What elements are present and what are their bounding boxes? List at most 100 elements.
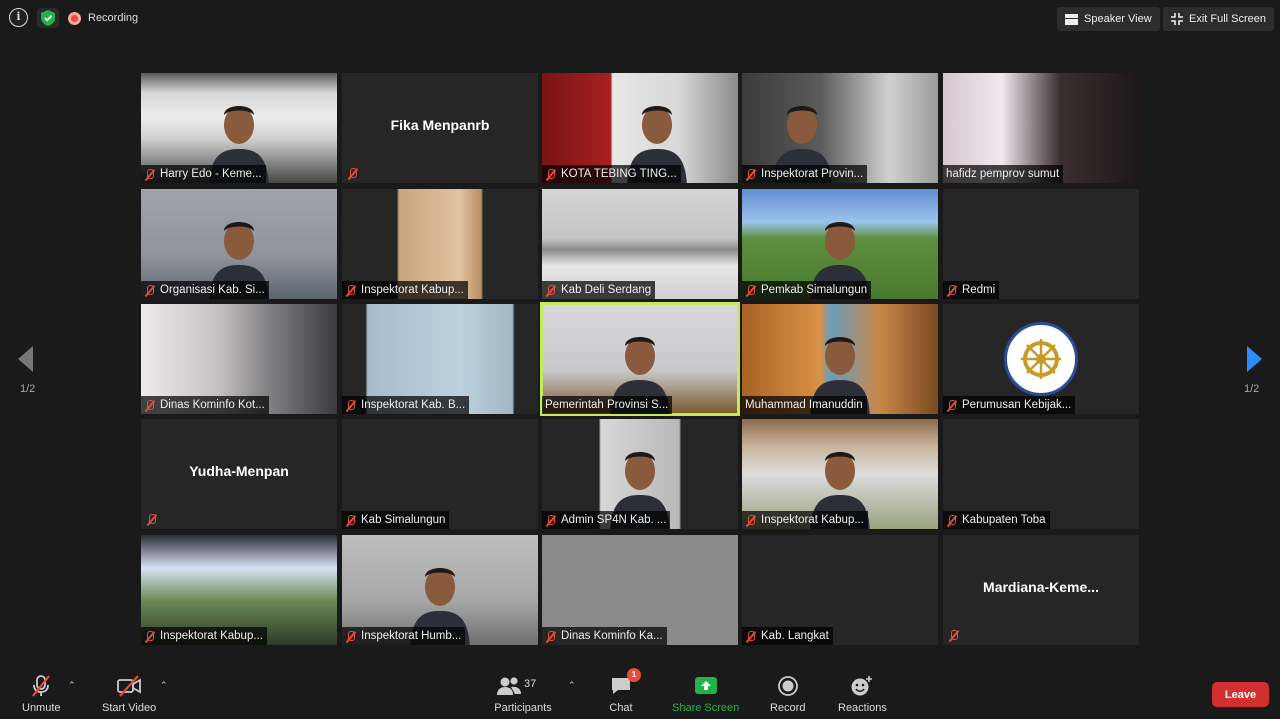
unmute-button[interactable]: Unmute — [22, 674, 61, 714]
muted-mic-icon — [29, 674, 53, 698]
participant-name-label: Kab. Langkat — [742, 627, 833, 645]
participant-name-label: Kab Deli Serdang — [542, 281, 656, 299]
security-shield-icon[interactable] — [37, 8, 59, 28]
participant-name-label: Kab Simalungun — [342, 511, 450, 529]
participant-tile[interactable]: Pemerintah Provinsi S... — [540, 302, 740, 416]
participant-tile[interactable]: Admin SP4N Kab. ... — [542, 419, 738, 529]
participant-name-text: Perumusan Kebijak... — [962, 399, 1072, 411]
participant-tile[interactable]: Inspektorat Humb... — [342, 535, 538, 645]
muted-mic-icon — [745, 168, 756, 180]
participant-name-label: Dinas Kominfo Ka... — [542, 627, 667, 645]
participant-name-text: Redmi — [962, 284, 996, 296]
reactions-label: Reactions — [838, 702, 887, 714]
speaker-view-label: Speaker View — [1084, 13, 1152, 25]
participant-name-label: KOTA TEBING TING... — [542, 165, 681, 183]
participant-name-label: Pemkab Simalungun — [742, 281, 872, 299]
participant-name-label: Admin SP4N Kab. ... — [542, 511, 671, 529]
exit-full-screen-button[interactable]: Exit Full Screen — [1163, 7, 1275, 31]
participant-name-label: hafidz pemprov sumut — [943, 165, 1064, 183]
participant-name-text: Inspektorat Humb... — [361, 630, 462, 642]
speaker-view-button[interactable]: Speaker View — [1057, 7, 1160, 31]
muted-mic-icon — [545, 284, 556, 296]
muted-mic-icon — [545, 168, 556, 180]
participant-tile[interactable]: Inspektorat Kabup... — [342, 189, 538, 299]
participant-tile[interactable]: Pemkab Simalungun — [742, 189, 938, 299]
participant-tile[interactable]: Fika Menpanrb — [342, 73, 538, 183]
participant-tile[interactable]: hafidz pemprov sumut — [943, 73, 1139, 183]
participant-tile[interactable]: Redmi — [943, 189, 1139, 299]
share-screen-label: Share Screen — [672, 702, 740, 714]
participant-tile[interactable]: Mardiana-Keme... — [943, 535, 1139, 645]
participant-tile[interactable]: Dinas Kominfo Kot... — [141, 304, 337, 414]
exit-full-screen-label: Exit Full Screen — [1189, 13, 1267, 25]
participant-name-label: Pemerintah Provinsi S... — [542, 396, 673, 414]
participant-tile[interactable]: Kab. Langkat — [742, 535, 938, 645]
exit-fullscreen-icon — [1171, 13, 1183, 25]
participant-name-text: Inspektorat Kabup... — [761, 514, 864, 526]
info-icon[interactable]: i — [9, 8, 28, 27]
participant-name-label: Muhammad Imanuddin — [742, 396, 867, 414]
leave-button[interactable]: Leave — [1212, 682, 1269, 707]
participant-name-label: Kabupaten Toba — [943, 511, 1050, 529]
participant-name-label: Inspektorat Kabup... — [342, 281, 468, 299]
participant-tile[interactable]: Inspektorat Kab. B... — [342, 304, 538, 414]
participant-name-text: Muhammad Imanuddin — [745, 399, 863, 411]
participant-tile[interactable]: Inspektorat Kabup... — [141, 535, 337, 645]
participant-name-text: Organisasi Kab. Si... — [160, 284, 265, 296]
share-screen-icon — [694, 674, 718, 698]
chat-button[interactable]: 1 Chat — [609, 668, 641, 714]
participant-name-text: Inspektorat Kabup... — [160, 630, 263, 642]
share-screen-button[interactable]: Share Screen — [672, 674, 739, 714]
unmute-label: Unmute — [22, 702, 61, 714]
participants-button[interactable]: 37 Participants — [494, 674, 552, 714]
record-label: Record — [770, 702, 806, 714]
muted-mic-icon — [345, 284, 356, 296]
participant-name-label: Inspektorat Kabup... — [141, 627, 267, 645]
chat-badge: 1 — [627, 668, 641, 682]
participant-tile[interactable]: Yudha-Menpan — [141, 419, 337, 529]
participant-tile[interactable]: Muhammad Imanuddin — [742, 304, 938, 414]
record-button[interactable]: Record — [770, 674, 805, 714]
recording-indicator[interactable]: Recording — [68, 9, 138, 27]
participant-name-text: hafidz pemprov sumut — [946, 168, 1060, 180]
next-page-arrow-icon[interactable] — [1245, 345, 1265, 373]
participants-label: Participants — [494, 702, 552, 714]
participant-tile[interactable]: Perumusan Kebijak... — [943, 304, 1139, 414]
audio-options-caret-icon[interactable]: ⌃ — [68, 680, 76, 691]
participant-tile[interactable]: Kab Deli Serdang — [542, 189, 738, 299]
participant-name-label: Inspektorat Provin... — [742, 165, 868, 183]
participant-tile[interactable]: Kab Simalungun — [342, 419, 538, 529]
participants-options-caret-icon[interactable]: ⌃ — [568, 680, 576, 691]
reactions-button[interactable]: Reactions — [838, 674, 887, 714]
participant-display-name: Mardiana-Keme... — [983, 579, 1099, 595]
participant-tile[interactable]: Organisasi Kab. Si... — [141, 189, 337, 299]
recording-icon — [68, 11, 81, 25]
start-video-button[interactable]: Start Video — [102, 674, 156, 714]
participant-tile[interactable]: KOTA TEBING TING... — [542, 73, 738, 183]
meeting-toolbar: Unmute ⌃ Start Video ⌃ 37 Participants ⌃… — [0, 660, 1280, 719]
muted-mic-icon — [144, 630, 155, 642]
participant-display-name: Yudha-Menpan — [189, 463, 289, 479]
muted-mic-icon — [745, 630, 756, 642]
muted-mic-icon — [745, 514, 756, 526]
video-gallery: Harry Edo - Keme... Fika Menpanrb KOTA TEB… — [141, 73, 1139, 645]
participant-tile[interactable]: Inspektorat Kabup... — [742, 419, 938, 529]
participant-tile[interactable]: Dinas Kominfo Ka... — [542, 535, 738, 645]
participant-tile[interactable]: Kabupaten Toba — [943, 419, 1139, 529]
participant-name-text: Kab. Langkat — [761, 630, 829, 642]
participant-name-text: Admin SP4N Kab. ... — [561, 514, 667, 526]
participant-name-text: Kab Deli Serdang — [561, 284, 652, 296]
participant-tile[interactable]: Inspektorat Provin... — [742, 73, 938, 183]
muted-mic-icon — [345, 630, 356, 642]
grid-icon — [1065, 13, 1078, 25]
muted-mic-icon — [545, 630, 556, 642]
muted-mic-icon — [745, 284, 756, 296]
participant-name-text: Inspektorat Kabup... — [361, 284, 464, 296]
video-off-icon — [116, 674, 142, 698]
participant-name-text: KOTA TEBING TING... — [561, 168, 677, 180]
prev-page-arrow-icon[interactable] — [17, 345, 37, 373]
video-options-caret-icon[interactable]: ⌃ — [160, 680, 168, 691]
participant-tile[interactable]: Harry Edo - Keme... — [141, 73, 337, 183]
participant-name-text: Kab Simalungun — [361, 514, 446, 526]
participant-name-label: Perumusan Kebijak... — [943, 396, 1076, 414]
